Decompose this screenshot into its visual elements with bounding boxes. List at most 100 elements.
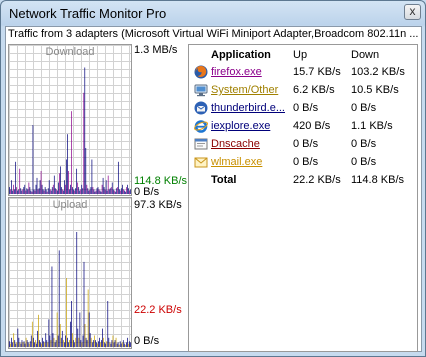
traffic-bar — [90, 337, 92, 347]
title-bar[interactable]: Network Traffic Monitor Pro x — [1, 1, 425, 27]
row-name[interactable]: Dnscache — [211, 138, 260, 150]
traffic-bar — [127, 337, 128, 347]
traffic-bar — [22, 342, 24, 347]
traffic-bar — [98, 189, 100, 194]
upload-zero-label: 0 B/s — [134, 335, 160, 347]
traffic-bar — [87, 188, 89, 194]
traffic-bar — [119, 189, 120, 194]
traffic-bar — [59, 324, 61, 347]
row-name[interactable]: thunderbird.e... — [211, 102, 285, 114]
table-row[interactable]: wlmail.exe 0 B/s 0 B/s — [189, 154, 417, 171]
traffic-bar — [18, 189, 20, 194]
traffic-bar — [13, 333, 15, 347]
traffic-bar — [95, 340, 96, 347]
traffic-bar — [124, 190, 125, 194]
firefox-icon — [194, 65, 208, 79]
col-up[interactable]: Up — [293, 49, 307, 61]
download-max-label: 1.3 MB/s — [134, 44, 178, 56]
traffic-bar — [92, 340, 94, 347]
table-row[interactable]: thunderbird.e... 0 B/s 0 B/s — [189, 100, 417, 117]
traffic-bar — [74, 190, 75, 194]
col-down[interactable]: Down — [351, 49, 379, 61]
traffic-bar — [29, 187, 31, 194]
traffic-bar — [30, 335, 32, 347]
traffic-bar — [97, 187, 99, 194]
traffic-bar — [89, 189, 91, 194]
traffic-bar — [108, 337, 110, 347]
traffic-bar — [70, 184, 71, 194]
download-graph-svg — [9, 67, 131, 194]
traffic-bar — [126, 187, 127, 194]
traffic-bar — [85, 337, 87, 347]
traffic-bar — [52, 184, 54, 194]
traffic-bar — [99, 190, 101, 194]
row-name[interactable]: firefox.exe — [211, 66, 262, 78]
traffic-bar — [128, 188, 129, 194]
row-name[interactable]: System/Other — [211, 84, 278, 96]
traffic-bar — [20, 188, 22, 194]
traffic-bar — [109, 188, 111, 194]
traffic-bar — [126, 342, 127, 347]
traffic-bar — [19, 342, 21, 347]
table-row[interactable]: firefox.exe 15.7 KB/s 103.2 KB/s — [189, 64, 417, 81]
traffic-bar — [21, 340, 23, 347]
traffic-bar — [106, 190, 108, 194]
traffic-bar — [33, 189, 35, 194]
traffic-bar — [107, 175, 109, 194]
traffic-bar — [93, 189, 95, 194]
row-up: 15.7 KB/s — [293, 66, 341, 78]
traffic-bar — [76, 232, 78, 347]
traffic-bar — [118, 344, 120, 347]
close-button[interactable]: x — [404, 4, 421, 20]
row-up: 0 B/s — [293, 102, 319, 114]
traffic-bar — [110, 187, 112, 194]
row-name[interactable]: iexplore.exe — [211, 120, 270, 132]
traffic-bar — [13, 184, 14, 194]
table-header: Application Up Down — [189, 47, 417, 64]
traffic-bar — [26, 340, 28, 347]
traffic-bar — [44, 342, 46, 347]
traffic-bar — [64, 342, 65, 347]
traffic-bar — [36, 177, 38, 194]
traffic-bar — [10, 343, 11, 347]
traffic-bar — [83, 261, 85, 347]
traffic-bar — [66, 278, 67, 347]
thunderbird-icon — [194, 101, 208, 115]
traffic-bar — [12, 342, 14, 347]
col-application[interactable]: Application — [211, 49, 271, 61]
traffic-bar — [120, 343, 122, 347]
traffic-bar — [84, 324, 86, 347]
traffic-bar — [107, 301, 109, 347]
traffic-bar — [68, 342, 69, 347]
upload-current-label: 22.2 KB/s — [134, 304, 182, 316]
table-row[interactable]: iexplore.exe 420 B/s 1.1 KB/s — [189, 118, 417, 135]
table-row[interactable]: System/Other 6.2 KB/s 10.5 KB/s — [189, 82, 417, 99]
traffic-bar — [61, 187, 62, 194]
table-row[interactable]: Dnscache 0 B/s 0 B/s — [189, 136, 417, 153]
traffic-bar — [73, 189, 74, 194]
traffic-bar — [113, 190, 115, 194]
traffic-bar — [88, 190, 90, 194]
traffic-bar — [26, 188, 28, 194]
traffic-bar — [46, 191, 48, 194]
traffic-bar — [80, 340, 82, 347]
traffic-bar — [41, 184, 43, 194]
traffic-bar — [37, 330, 38, 347]
traffic-bar — [27, 342, 29, 347]
traffic-bar — [98, 341, 99, 347]
traffic-bar — [111, 340, 113, 347]
traffic-bar — [112, 335, 114, 347]
traffic-bar — [14, 189, 15, 194]
traffic-bar — [86, 184, 88, 194]
traffic-bar — [36, 343, 37, 347]
traffic-bar — [127, 184, 128, 194]
traffic-bar — [81, 342, 83, 347]
row-name[interactable]: wlmail.exe — [211, 156, 262, 168]
total-up: 22.2 KB/s — [293, 174, 341, 186]
traffic-bar — [63, 190, 64, 194]
traffic-bar — [84, 67, 86, 194]
traffic-bar — [94, 191, 96, 194]
traffic-bar — [116, 187, 118, 194]
traffic-bar — [125, 344, 126, 347]
client-area: Traffic from 3 adapters (Microsoft Virtu… — [5, 26, 422, 352]
